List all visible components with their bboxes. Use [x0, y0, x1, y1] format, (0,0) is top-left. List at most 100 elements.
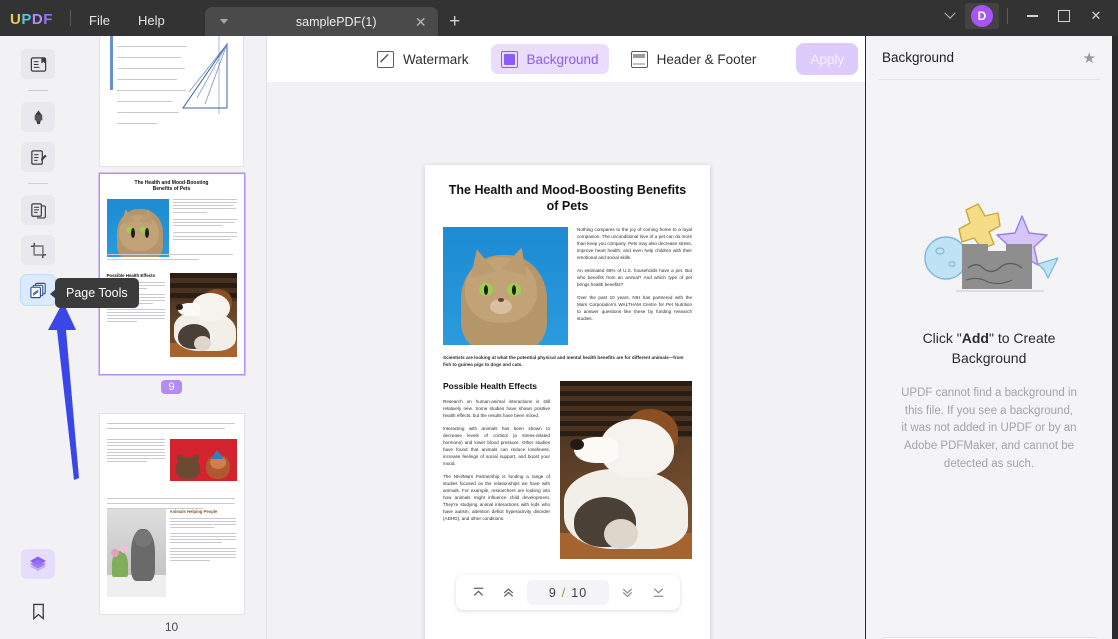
sidebar-item-bookmark[interactable]	[21, 596, 55, 626]
page-title: The Health and Mood-Boosting Benefits of…	[448, 183, 687, 213]
close-icon[interactable]: ✕	[410, 11, 432, 33]
doc-section-heading: Possible Health Effects	[443, 381, 538, 392]
sidebar-item-layers[interactable]	[21, 549, 55, 579]
logo-letter-d: D	[31, 11, 44, 28]
prism-diagram	[182, 36, 228, 114]
logo-letter-f: F	[43, 11, 53, 28]
document-pencil-icon	[30, 149, 47, 165]
empty-heading-pre: Click "	[922, 330, 962, 347]
document-copy-icon	[30, 202, 46, 218]
sidebar-item-edit-pdf[interactable]	[21, 142, 55, 172]
tab-watermark[interactable]: Watermark	[367, 44, 479, 74]
updf-logo: UPDF	[10, 12, 70, 27]
book-reader-icon	[30, 56, 46, 72]
thumbnail-number-9: 9	[161, 380, 182, 394]
tab-list-dropdown[interactable]	[204, 7, 243, 36]
pdf-page: The Health and Mood-Boosting Benefits of…	[425, 165, 710, 639]
last-page-icon[interactable]	[646, 581, 670, 605]
first-page-icon[interactable]	[466, 581, 490, 605]
doc-section-paragraph-2: Interacting with animals has been shown …	[443, 425, 550, 466]
tab-strip: samplePDF(1) ✕ +	[204, 7, 470, 36]
doc-section-paragraph-3: The NIH/Mars Partnership is funding a ra…	[443, 473, 550, 521]
chevron-down-icon-more[interactable]	[935, 4, 965, 28]
right-panel: Background ★ Click "Add" to Create Backg…	[866, 36, 1112, 639]
sidebar-item-annotate[interactable]	[21, 102, 55, 132]
chevron-down-icon	[219, 19, 228, 24]
thumbnail-number-10: 10	[164, 620, 179, 634]
document-viewer[interactable]: The Health and Mood-Boosting Benefits of…	[267, 82, 865, 639]
background-icon	[500, 50, 518, 68]
apply-button[interactable]: Apply	[796, 43, 859, 75]
page-number-input[interactable]: 9 / 10	[527, 580, 609, 605]
watermark-icon	[377, 50, 394, 68]
header-footer-icon	[630, 50, 648, 68]
current-page-value: 9	[548, 585, 557, 600]
title-divider	[70, 10, 71, 26]
bookmark-icon	[32, 603, 44, 620]
tooltip-label: Page Tools	[66, 286, 128, 300]
annotation-arrow	[48, 302, 79, 480]
rail-separator-1	[28, 90, 48, 91]
minimize-icon[interactable]	[1016, 4, 1048, 28]
tab-header-footer[interactable]: Header & Footer	[621, 44, 767, 74]
doc-paragraph-2: An estimated 68% of U.S. households have…	[577, 268, 692, 288]
sidebar-item-organize-pages[interactable]	[21, 195, 55, 225]
avatar: D	[971, 5, 993, 27]
thumbnail-image-10: Animals Helping People	[99, 414, 244, 614]
right-panel-empty-state: Click "Add" to Create Background UPDF ca…	[866, 80, 1112, 590]
next-page-icon[interactable]	[616, 581, 640, 605]
updf-window: UPDF File Help samplePDF(1) ✕ + D ✕ The …	[0, 0, 1118, 639]
doc-row-top: Nothing compares to the joy of coming ho…	[443, 227, 692, 346]
logo-letter-u: U	[10, 11, 22, 28]
logo-letter-p: P	[21, 11, 32, 28]
background-toolbar: Watermark Background Header & Footer App…	[267, 36, 865, 82]
window-close-icon[interactable]: ✕	[1080, 4, 1112, 28]
sidebar-item-reader-view[interactable]	[21, 49, 55, 79]
doc-intro-column: Nothing compares to the joy of coming ho…	[577, 227, 692, 345]
thumbnail-image-9: The Health and Mood-Boosting Benefits of …	[99, 174, 244, 374]
thumbnail-title-9: The Health and Mood-Boosting Benefits of …	[134, 180, 209, 193]
rail-separator-2	[28, 183, 48, 184]
empty-state-description: UPDF cannot find a background in this fi…	[901, 386, 1077, 471]
doc-caption: Scientists are looking at what the poten…	[443, 355, 684, 368]
previous-page-icon[interactable]	[497, 581, 521, 605]
page-tools-tooltip: Page Tools	[50, 278, 139, 308]
stacked-layers-icon	[30, 556, 46, 571]
title-bar: UPDF File Help samplePDF(1) ✕ + D ✕	[0, 0, 1118, 36]
doc-paragraph-3: Over the past 10 years, NIH has partnere…	[577, 295, 692, 321]
cat-photo	[443, 227, 568, 346]
page-separator: /	[561, 585, 567, 600]
crop-icon	[30, 242, 46, 258]
total-pages-value: 10	[571, 585, 588, 600]
empty-state-illustration	[904, 196, 1074, 306]
dog-and-kitten-photo	[560, 381, 692, 560]
page-navigation: 9 / 10	[456, 575, 680, 610]
plus-icon[interactable]: +	[440, 7, 470, 36]
empty-state-heading: Click "Add" to Create Background	[899, 328, 1079, 369]
tab-header-footer-label: Header & Footer	[656, 51, 757, 67]
right-panel-header: Background ★	[866, 36, 1112, 79]
window-right-edge	[1112, 36, 1118, 639]
thumbnail-image-8	[100, 36, 243, 166]
maximize-icon[interactable]	[1048, 4, 1080, 28]
menu-file[interactable]: File	[75, 14, 124, 27]
menu-help[interactable]: Help	[124, 14, 179, 27]
doc-paragraph-1: Nothing compares to the joy of coming ho…	[577, 227, 692, 261]
doc-section-paragraph-1: Research on human-animal interactions is…	[443, 399, 550, 418]
rail-bottom-group	[21, 544, 55, 639]
thumbnail-page-8[interactable]: 8	[76, 36, 267, 186]
star-icon[interactable]: ★	[1083, 49, 1096, 67]
highlighter-pen-icon	[34, 109, 42, 124]
tab-background[interactable]: Background	[490, 44, 609, 74]
titlebar-right-controls: D ✕	[935, 3, 1112, 29]
doc-row-bottom: Possible Health Effects Research on huma…	[443, 381, 692, 560]
right-panel-title: Background	[882, 50, 955, 65]
tab-label: samplePDF(1)	[295, 14, 377, 29]
tab-watermark-label: Watermark	[403, 51, 469, 67]
tab-samplepdf[interactable]: samplePDF(1) ✕	[242, 7, 438, 36]
sidebar-item-crop-page[interactable]	[21, 235, 55, 265]
tab-background-label: Background	[526, 51, 599, 67]
account-button[interactable]: D	[965, 3, 999, 29]
titlebar-divider-2	[1007, 8, 1008, 24]
doc-section-column: Possible Health Effects Research on huma…	[443, 381, 550, 559]
